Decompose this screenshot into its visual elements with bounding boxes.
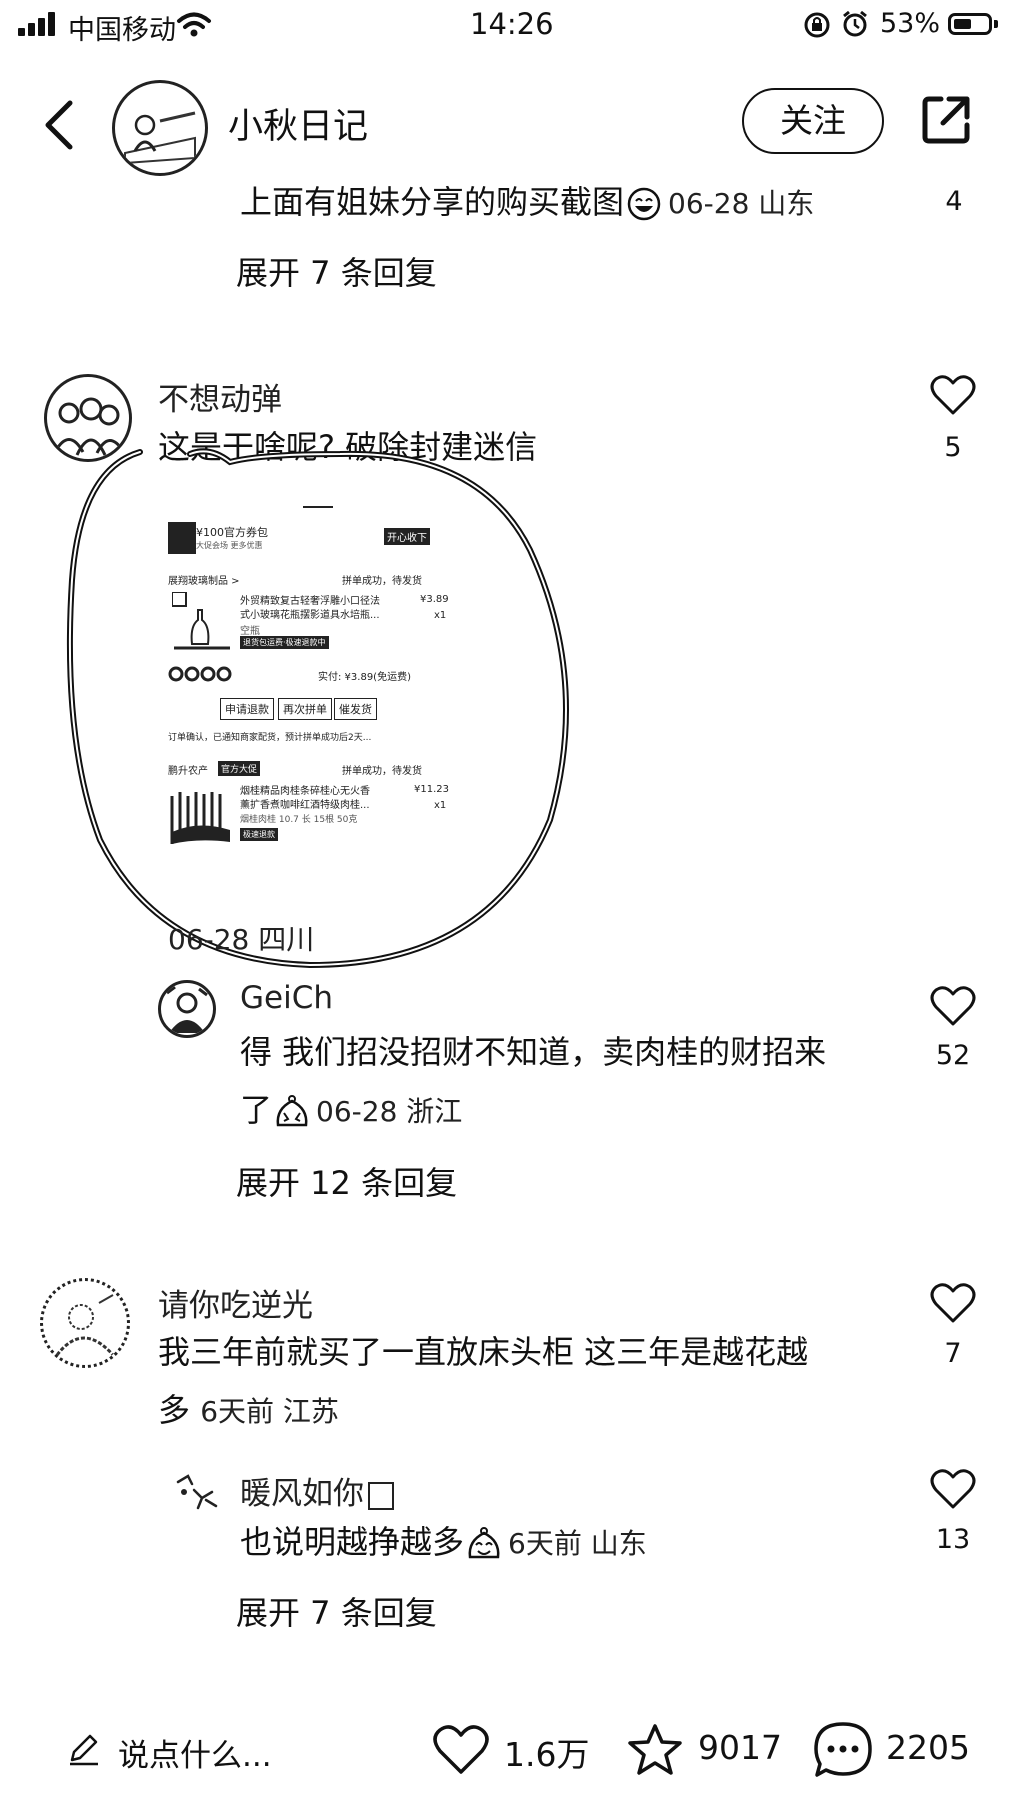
item-spec-2: 烟桂肉桂 10.7 长 15根 50克 xyxy=(240,815,358,825)
smiling-emoji-icon xyxy=(468,1527,500,1559)
laughing-emoji-icon xyxy=(627,187,661,221)
promo-logo xyxy=(168,522,196,554)
orientation-lock-icon xyxy=(804,12,830,38)
comment-text: 也说明越挣越多 6天前 山东 xyxy=(240,1523,647,1561)
money-emoji-icon xyxy=(276,1095,308,1127)
heart-icon[interactable] xyxy=(930,985,976,1027)
like-post-button[interactable]: 1.6万 xyxy=(432,1720,592,1780)
commenter-avatar-image xyxy=(55,1294,115,1356)
back-arrow-icon[interactable] xyxy=(40,95,78,155)
pencil-icon xyxy=(70,1734,98,1766)
comment-text: 上面有姐妹分享的购买截图 06-28 山东 xyxy=(240,183,815,221)
order-notice: 订单确认，已通知商家配货，预计拼单成功后2天... xyxy=(168,733,372,743)
shop-name-1: 展翔玻璃制品 > xyxy=(168,576,240,587)
comment-text-continued: 多 6天前 江苏 xyxy=(158,1391,339,1429)
share-icon[interactable] xyxy=(919,93,973,147)
shop-name-2: 鹏升农产 xyxy=(168,766,208,777)
carrier-name: 中国移动 xyxy=(68,15,176,46)
author-name[interactable]: 小秋日记 xyxy=(228,98,368,149)
item-price-2: ¥11.23 xyxy=(414,784,449,795)
service-icons xyxy=(168,666,232,682)
coupon-title: ¥100官方券包 xyxy=(196,526,268,539)
comment-text: 得 我们招没招财不知道，卖肉桂的财招来 xyxy=(240,1033,827,1071)
item-spec-1: 空瓶 xyxy=(240,626,260,637)
image-top-bar xyxy=(303,506,333,508)
like-count: 7 xyxy=(944,1338,962,1369)
item-qty-2: x1 xyxy=(434,800,447,811)
commenter-avatar-image xyxy=(166,985,208,1033)
commenter-avatar[interactable] xyxy=(158,980,216,1038)
item-badge-2: 极速退款 xyxy=(240,828,278,841)
heart-icon[interactable] xyxy=(930,1282,976,1324)
comment-meta: 06-28 四川 xyxy=(168,923,315,956)
item-title-1a: 外贸精致复古轻奢浮雕小口径法 xyxy=(240,596,380,607)
item-qty-1: x1 xyxy=(434,610,447,621)
clock: 14:26 xyxy=(470,7,554,41)
paid-amount: 实付: ¥3.89(免运费) xyxy=(318,672,411,683)
order-status-2: 拼单成功，待发货 xyxy=(342,766,422,777)
comment-input[interactable]: 说点什么... xyxy=(66,1724,316,1776)
comments-button[interactable]: 2205 xyxy=(812,1718,1002,1782)
urge-delivery-button[interactable]: 催发货 xyxy=(334,698,377,720)
item-title-1b: 式小玻璃花瓶摆影道具水培瓶... xyxy=(240,610,380,621)
open-coupon-button[interactable]: 开心收下 xyxy=(384,528,430,545)
expand-replies-button[interactable]: 展开 12 条回复 xyxy=(236,1158,457,1204)
author-avatar-image xyxy=(124,111,196,165)
coupon-subtitle: 大促会场 更多优惠 xyxy=(196,541,263,550)
heart-icon[interactable] xyxy=(930,374,976,416)
commenter-name[interactable]: 暖风如你 xyxy=(240,1468,394,1513)
comment-text: 我三年前就买了一直放床头柜 这三年是越花越 xyxy=(158,1333,809,1371)
comment-image[interactable]: ¥100官方券包 大促会场 更多优惠 开心收下 展翔玻璃制品 > 拼单成功，待发… xyxy=(158,492,458,874)
author-avatar[interactable] xyxy=(112,80,208,176)
commenter-avatar[interactable] xyxy=(172,1470,220,1514)
comment-text-continued: 了 06-28 浙江 xyxy=(240,1091,463,1129)
favorite-button[interactable]: 9017 xyxy=(626,1720,786,1780)
heart-icon[interactable] xyxy=(930,1468,976,1510)
commenter-name[interactable]: 不想动弹 xyxy=(158,374,282,419)
alarm-icon xyxy=(843,10,867,37)
expand-replies-button[interactable]: 展开 7 条回复 xyxy=(236,248,437,294)
expand-replies-button[interactable]: 展开 7 条回复 xyxy=(236,1588,437,1634)
heart-icon xyxy=(433,1725,489,1774)
status-bar: 中国移动 14:26 53% xyxy=(0,0,1015,56)
like-count: 4 xyxy=(945,186,963,217)
placeholder-glyph-icon xyxy=(368,1481,394,1510)
item-title-2a: 烟桂精品肉桂条碎桂心无火香 xyxy=(240,786,370,797)
like-count: 13 xyxy=(935,1524,971,1555)
like-count: 52 xyxy=(935,1040,971,1071)
item-title-2b: 薰扩香煮咖啡红酒特级肉桂... xyxy=(240,800,370,811)
signal-icon xyxy=(18,12,60,36)
refund-button[interactable]: 申请退款 xyxy=(220,698,274,720)
commenter-name[interactable]: 请你吃逆光 xyxy=(158,1280,313,1325)
wifi-icon xyxy=(177,12,211,37)
cinnamon-product-thumbnail xyxy=(170,792,230,844)
shop-badge-2: 官方大促 xyxy=(218,761,261,776)
follow-button[interactable]: 关注 xyxy=(742,88,884,154)
vase-product-thumbnail xyxy=(172,592,230,650)
regroup-button[interactable]: 再次拼单 xyxy=(278,698,332,720)
order-status-1: 拼单成功，待发货 xyxy=(342,576,422,587)
comment-bubble-icon xyxy=(814,1722,872,1777)
item-price-1: ¥3.89 xyxy=(420,594,449,605)
like-count: 5 xyxy=(944,432,962,463)
bottom-action-bar: 说点什么... 1.6万 9017 2205 xyxy=(0,1700,1015,1804)
battery-percent: 53% xyxy=(880,8,941,39)
star-icon xyxy=(628,1724,682,1775)
commenter-name[interactable]: GeiCh xyxy=(240,980,333,1016)
battery-tip xyxy=(994,20,998,28)
commenter-avatar[interactable] xyxy=(40,1278,130,1368)
item-badge-1: 退货包运费·极速退款中 xyxy=(240,636,329,649)
battery-icon xyxy=(948,13,992,35)
